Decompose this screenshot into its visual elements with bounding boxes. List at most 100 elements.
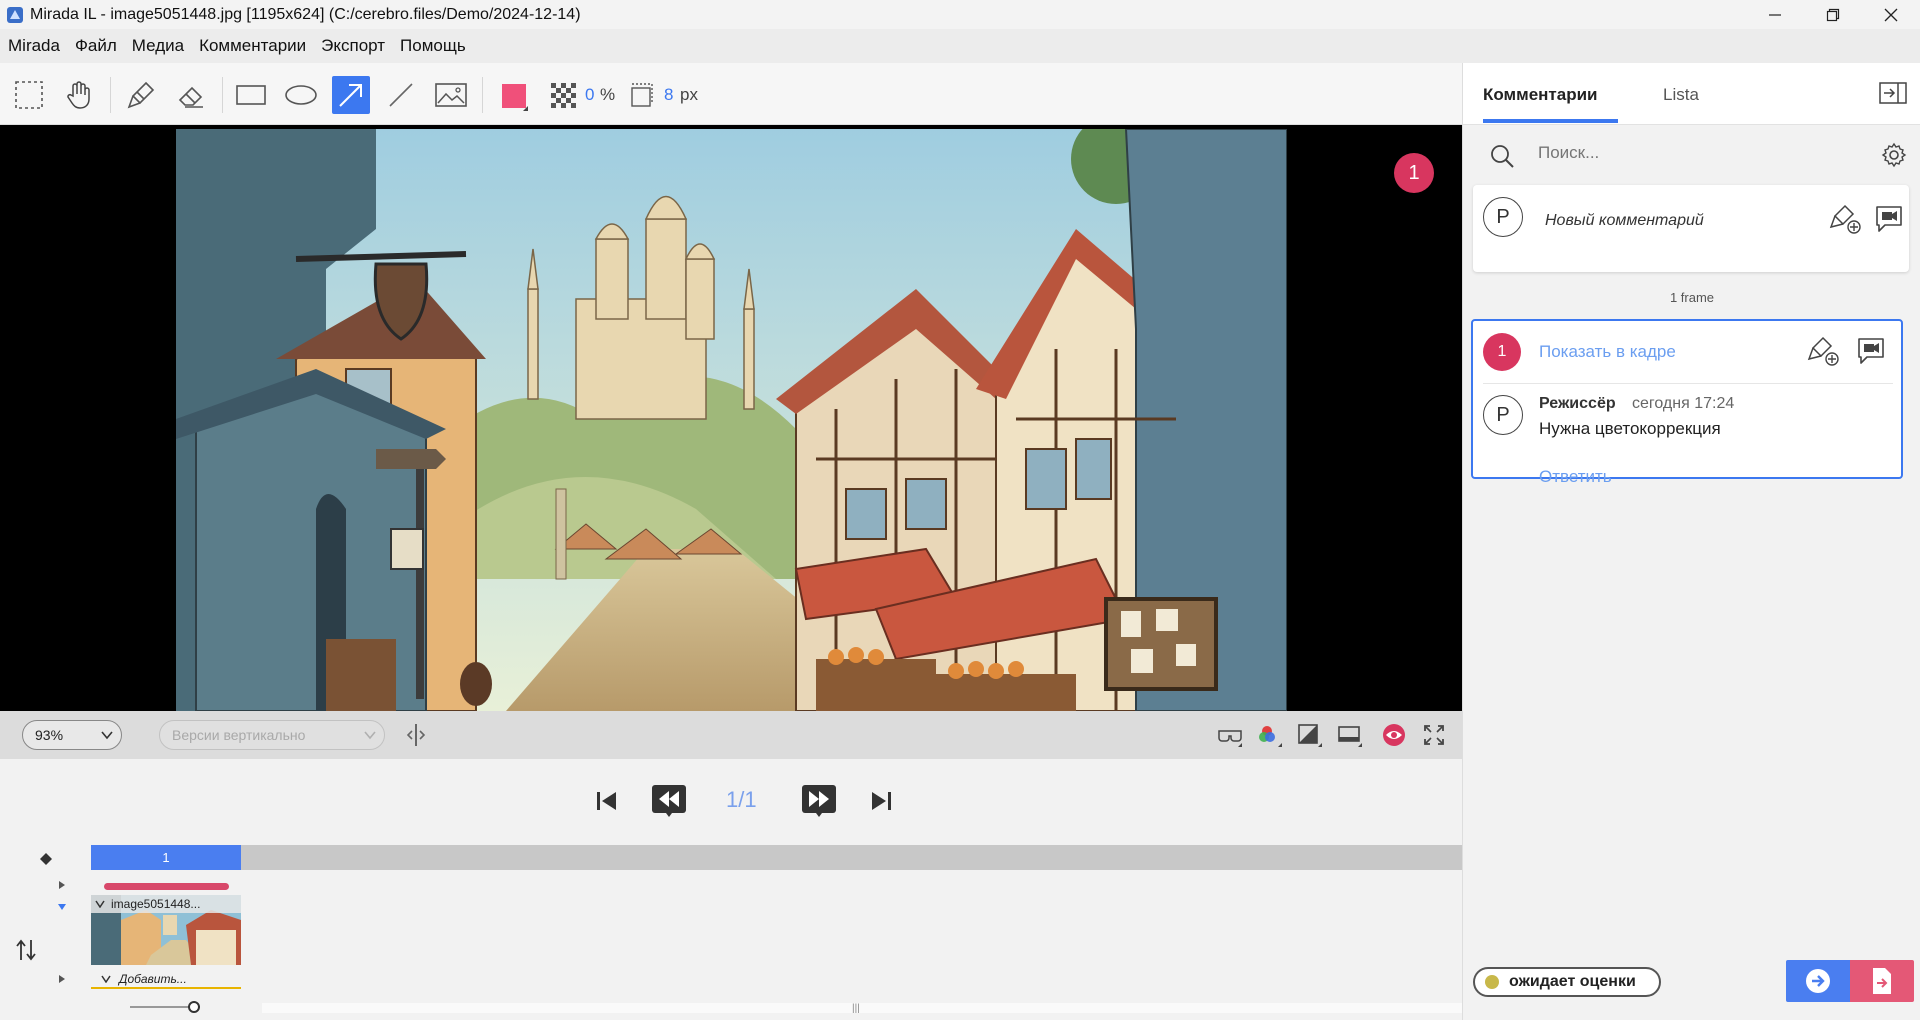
arrow-tool[interactable] [332,76,370,114]
image-viewer[interactable]: 1 [0,125,1462,711]
comment-time: сегодня 17:24 [1632,395,1735,412]
keyframe-icon[interactable] [38,851,54,867]
stroke-width-tool[interactable] [622,76,660,114]
comment-draw-button[interactable] [1807,335,1839,367]
comment-video-button[interactable] [1855,335,1887,367]
tab-comments[interactable]: Комментарии [1483,85,1597,105]
fast-forward-button[interactable] [800,781,838,821]
comment-search [1463,125,1920,185]
line-tool[interactable] [382,76,420,114]
menu-mirada[interactable]: Mirada [8,36,60,56]
checker-opacity-icon [551,83,576,108]
close-button[interactable] [1862,0,1920,29]
display-icon [1338,726,1362,747]
new-comment-card[interactable]: P Новый комментарий [1473,185,1909,272]
view-bar: 93% Версии вертикально [0,711,1462,759]
annotations-visibility-button[interactable] [1380,721,1408,749]
hand-tool[interactable] [60,76,98,114]
expand-add-track[interactable] [56,973,68,985]
line-icon [389,83,413,107]
new-comment-placeholder[interactable]: Новый комментарий [1545,212,1704,230]
frame-image[interactable] [176,129,1287,711]
tab-lista[interactable]: Lista [1663,85,1699,105]
stroke-width-value[interactable]: 8 [664,85,673,105]
send-button[interactable] [1786,960,1850,1002]
versions-layout-select[interactable]: Версии вертикально [159,720,385,750]
timeline: 1 image5051448... Добавить... ||| [0,845,1462,1020]
clip-thumbnail[interactable]: image5051448... [91,895,241,965]
fullscreen-button[interactable] [1420,721,1448,749]
ellipse-tool[interactable] [282,76,320,114]
timeline-zoom-slider-knob[interactable] [188,1001,200,1013]
gear-icon[interactable] [1881,142,1907,168]
menu-export[interactable]: Экспорт [321,36,385,56]
comment-author: Режиссёр [1539,395,1616,412]
brush-plus-icon [1807,336,1839,366]
brush-tool[interactable] [122,76,160,114]
status-label: ожидает оценки [1509,973,1636,990]
collapse-panel-button[interactable] [1879,81,1907,105]
brush-plus-icon [1829,204,1861,234]
rewind-button[interactable] [650,781,688,821]
timeline-scrollbar[interactable] [262,1003,1462,1013]
status-bar: ожидает оценки [1463,955,1920,1020]
menu-comments[interactable]: Комментарии [199,36,306,56]
expand-comments-track[interactable] [56,879,68,891]
comment-card[interactable]: 1 Показать в кадре P Режиссёр сегодня 17… [1471,319,1903,486]
show-in-frame-link[interactable]: Показать в кадре [1539,342,1676,362]
export-document-button[interactable] [1850,960,1914,1002]
document-export-icon [1873,968,1891,994]
exposure-button[interactable] [1296,721,1324,749]
skip-to-start-icon [597,792,616,810]
search-input[interactable] [1538,143,1838,163]
eraser-tool[interactable] [172,76,210,114]
stereo-button[interactable] [1216,721,1244,749]
video-comment-icon [1876,206,1902,232]
chevron-down-icon [364,731,376,740]
add-track-button[interactable]: Добавить... [91,970,241,989]
select-rect-tool[interactable] [10,76,48,114]
draw-annotation-button[interactable] [1829,203,1861,235]
swap-order-button[interactable] [14,937,38,963]
rectangle-tool[interactable] [232,76,270,114]
hand-icon [67,81,90,109]
display-mode-button[interactable] [1336,721,1364,749]
status-dropdown[interactable]: ожидает оценки [1473,967,1661,997]
comment-marker-badge[interactable]: 1 [1394,153,1434,193]
exposure-icon [1298,724,1322,747]
menu-bar: Mirada Файл Медиа Комментарии Экспорт По… [0,29,1920,63]
timeline-ruler[interactable]: 1 [91,845,1462,870]
collapse-clip-track[interactable] [56,901,68,913]
current-frame-marker[interactable]: 1 [91,845,241,870]
comment-track-bar[interactable] [104,883,229,890]
menu-media[interactable]: Медиа [132,36,184,56]
comments-panel: Комментарии Lista P Новый комментарий 1 … [1462,63,1920,1020]
reply-link[interactable]: Ответить [1539,467,1612,487]
minimize-button[interactable] [1746,0,1804,29]
image-tool[interactable] [432,76,470,114]
menu-file[interactable]: Файл [75,36,117,56]
chevron-down-icon [58,904,66,910]
last-frame-button[interactable] [866,781,896,821]
split-handle-icon [406,724,426,746]
record-video-comment-button[interactable] [1873,203,1905,235]
color-channels-button[interactable] [1256,721,1284,749]
compare-split-button[interactable] [402,721,430,749]
opacity-value[interactable]: 0 [585,85,594,105]
stereo-glasses-icon [1218,730,1242,747]
eye-icon [1383,724,1405,746]
chevron-right-icon [59,975,65,983]
chevron-down-icon [95,900,105,908]
scrollbar-grip-icon[interactable]: ||| [852,1003,860,1014]
restore-button[interactable] [1804,0,1862,29]
avatar: P [1483,197,1523,237]
swap-vertical-icon [16,939,36,961]
arrow-icon [339,84,362,107]
color-picker[interactable] [494,76,532,114]
zoom-select[interactable]: 93% [22,720,122,750]
opacity-tool[interactable] [544,76,582,114]
medieval-street-illustration [176,129,1287,711]
first-frame-button[interactable] [592,781,622,821]
menu-help[interactable]: Помощь [400,36,466,56]
minimize-icon [1769,13,1781,16]
